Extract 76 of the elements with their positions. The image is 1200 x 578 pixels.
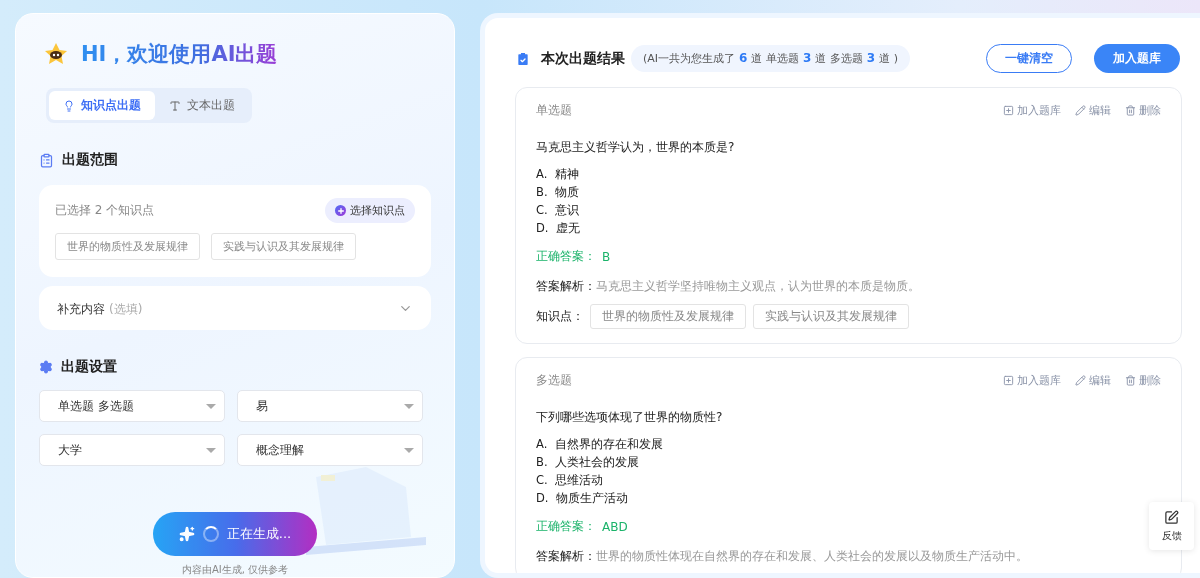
explanation-label: 答案解析： xyxy=(536,548,596,565)
caret-icon xyxy=(404,403,414,409)
card-action-button[interactable]: 编辑 xyxy=(1075,373,1111,388)
caret-icon xyxy=(206,403,216,409)
count-number: 6 xyxy=(739,51,748,65)
card-action-button[interactable]: 加入题库 xyxy=(1003,103,1061,118)
question-type: 多选题 xyxy=(536,372,572,389)
select-knowledge-button[interactable]: 选择知识点 xyxy=(325,198,415,223)
disclaimer-note: 内容由AI生成, 仅供参考 xyxy=(180,563,290,577)
explanation-text: 世界的物质性体现在自然界的存在和发展、人类社会的发展以及物质生产活动中。 xyxy=(596,548,1028,565)
mode-tab[interactable]: 文本出题 xyxy=(155,91,249,120)
generate-button[interactable]: 正在生成... xyxy=(153,512,317,556)
clipboard-icon xyxy=(39,152,54,168)
welcome-title: HI，欢迎使用AI出题 xyxy=(81,40,278,68)
robot-star-icon xyxy=(43,42,69,66)
select-field[interactable]: 易 xyxy=(237,390,423,422)
plus-box-icon xyxy=(1003,375,1014,386)
trash-icon xyxy=(1125,375,1136,386)
card-action-button[interactable]: 编辑 xyxy=(1075,103,1111,118)
feedback-button[interactable]: 反馈 xyxy=(1149,502,1194,550)
pencil-icon xyxy=(1075,375,1086,386)
clipboard-check-icon xyxy=(515,50,531,67)
answer-option: B. 人类社会的发展 xyxy=(536,454,1161,470)
count-number: 3 xyxy=(866,51,876,65)
knowledge-tag: 世界的物质性及发展规律 xyxy=(590,304,746,329)
answer-option: C. 思维活动 xyxy=(536,472,1161,488)
summary-text: 道 ) xyxy=(879,51,898,66)
gear-icon xyxy=(39,360,53,374)
supplement-dropdown[interactable]: 补充内容 (选填) xyxy=(39,286,431,330)
question-type: 单选题 xyxy=(536,102,572,119)
sparkle-icon xyxy=(178,526,195,542)
card-action-button[interactable]: 删除 xyxy=(1125,373,1161,388)
select-field[interactable]: 单选题 多选题 xyxy=(39,390,225,422)
correct-answer: B xyxy=(602,249,611,264)
edit-note-icon xyxy=(1164,509,1179,525)
knowledge-label: 知识点： xyxy=(536,308,584,325)
answer-option: C. 意识 xyxy=(536,202,1161,218)
lightbulb-icon xyxy=(63,99,75,112)
results-title: 本次出题结果 xyxy=(541,49,625,68)
caret-icon xyxy=(206,447,216,453)
selected-count: 已选择 2 个知识点 xyxy=(55,202,155,219)
caret-icon xyxy=(404,447,414,453)
answer-label: 正确答案： xyxy=(536,518,596,535)
clear-all-button[interactable]: 一键清空 xyxy=(986,44,1072,73)
add-to-bank-button[interactable]: 加入题库 xyxy=(1094,44,1180,73)
spinner-icon xyxy=(202,526,219,542)
question-stem: 马克思主义哲学认为，世界的本质是? xyxy=(536,139,736,156)
optional-hint: (选填) xyxy=(109,302,143,316)
knowledge-tag: 实践与认识及其发展规律 xyxy=(211,233,356,260)
summary-text: 道 多选题 xyxy=(815,51,863,66)
mode-tab[interactable]: 知识点出题 xyxy=(49,91,155,120)
section-title: 出题范围 xyxy=(62,151,118,169)
question-stem: 下列哪些选项体现了世界的物质性? xyxy=(536,409,724,426)
select-field[interactable]: 大学 xyxy=(39,434,225,466)
knowledge-tag: 实践与认识及其发展规律 xyxy=(753,304,909,329)
summary-text: 道 单选题 xyxy=(751,51,799,66)
knowledge-tag: 世界的物质性及发展规律 xyxy=(55,233,200,260)
section-title: 出题设置 xyxy=(61,358,117,376)
explanation-label: 答案解析： xyxy=(536,278,596,295)
correct-answer: ABD xyxy=(602,519,628,534)
answer-option: D. 虚无 xyxy=(536,220,1161,236)
card-action-button[interactable]: 删除 xyxy=(1125,103,1161,118)
answer-option: A. 精神 xyxy=(536,166,1161,182)
summary-text: (AI一共为您生成了 xyxy=(643,51,736,66)
plus-icon xyxy=(335,205,346,216)
answer-label: 正确答案： xyxy=(536,248,596,265)
trash-icon xyxy=(1125,105,1136,116)
plus-box-icon xyxy=(1003,105,1014,116)
card-action-button[interactable]: 加入题库 xyxy=(1003,373,1061,388)
answer-option: B. 物质 xyxy=(536,184,1161,200)
supplement-label: 补充内容 xyxy=(57,302,105,316)
explanation-text: 马克思主义哲学坚持唯物主义观点，认为世界的本质是物质。 xyxy=(596,278,920,295)
answer-option: A. 自然界的存在和发展 xyxy=(536,436,1161,452)
count-number: 3 xyxy=(802,51,812,65)
pencil-icon xyxy=(1075,105,1086,116)
select-field[interactable]: 概念理解 xyxy=(237,434,423,466)
